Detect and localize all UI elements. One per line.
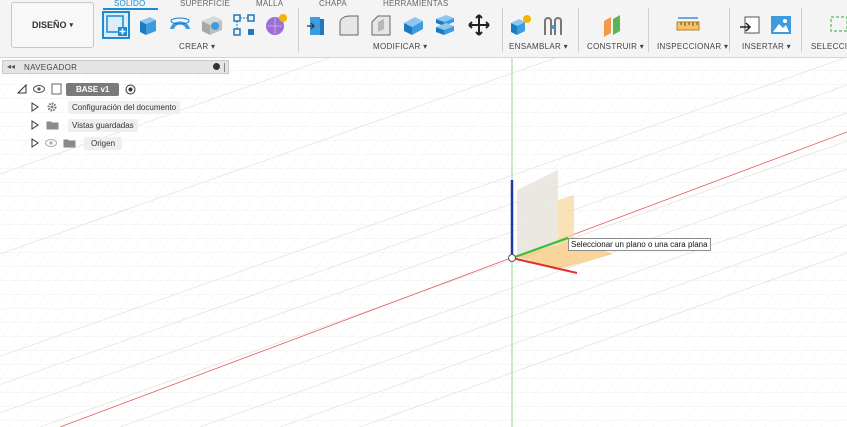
browser-root-row[interactable]: BASE v1 (17, 82, 136, 96)
joint-icon[interactable] (541, 13, 565, 37)
hole-icon[interactable] (200, 13, 224, 37)
expand-triangle-icon[interactable] (31, 120, 39, 130)
group-seleccionar[interactable]: SELECCIO (811, 42, 847, 51)
gear-icon (47, 102, 57, 112)
minimize-panel-icon[interactable] (213, 63, 220, 70)
extrude-icon[interactable] (136, 13, 160, 37)
browser-panel-header: ◂◂ NAVEGADOR (2, 60, 229, 74)
active-tab-indicator (103, 8, 158, 10)
workspace-switcher-button[interactable]: DISEÑO ▾ (11, 2, 94, 48)
toolbar-separator (502, 8, 503, 52)
chevron-down-icon: ▾ (69, 22, 74, 29)
group-crear[interactable]: CREAR ▾ (179, 42, 215, 51)
activate-radio-icon[interactable] (125, 84, 136, 95)
tab-solido[interactable]: SÓLIDO (114, 0, 145, 8)
insert-derive-icon[interactable] (738, 13, 762, 37)
browser-title: NAVEGADOR (24, 63, 78, 72)
new-component-icon[interactable] (509, 13, 533, 37)
workspace-label: DISEÑO (31, 20, 67, 30)
group-inspeccionar[interactable]: INSPECCIONAR ▾ (657, 42, 728, 51)
tab-malla[interactable]: MALLA (256, 0, 283, 8)
shell-icon[interactable] (401, 13, 425, 37)
tab-superficie[interactable]: SUPERFICIE (180, 0, 230, 8)
toolbar: DISEÑO ▾ SÓLIDO SUPERFICIE MALLA CHAPA H… (0, 0, 847, 58)
create-form-icon[interactable] (264, 13, 288, 37)
revolve-icon[interactable] (168, 13, 192, 37)
document-icon (51, 83, 62, 95)
eye-hidden-icon[interactable] (45, 139, 57, 147)
group-modificar[interactable]: MODIFICAR ▾ (373, 42, 427, 51)
measure-icon[interactable] (676, 13, 700, 37)
tab-chapa[interactable]: CHAPA (319, 0, 347, 8)
panel-resize-handle[interactable] (224, 63, 225, 72)
move-icon[interactable] (467, 13, 491, 37)
list-item-label: Vistas guardadas (68, 118, 138, 132)
group-insertar[interactable]: INSERTAR ▾ (742, 42, 791, 51)
toolbar-separator (729, 8, 730, 52)
press-pull-icon[interactable] (305, 13, 329, 37)
select-icon[interactable] (826, 13, 847, 37)
hint-tooltip: Seleccionar un plano o una cara plana (568, 238, 711, 251)
toolbar-separator (648, 8, 649, 52)
browser-item-document-settings[interactable]: Configuración del documento (31, 100, 181, 114)
chamfer-icon[interactable] (369, 13, 393, 37)
root-component-label[interactable]: BASE v1 (66, 82, 120, 96)
fillet-icon[interactable] (337, 13, 361, 37)
collapse-panel-icon[interactable]: ◂◂ (7, 62, 15, 71)
expand-triangle-icon[interactable] (31, 102, 39, 112)
folder-icon (63, 139, 76, 148)
toolbar-separator (801, 8, 802, 52)
eye-icon[interactable] (33, 85, 45, 93)
folder-icon (46, 121, 59, 130)
group-ensamblar[interactable]: ENSAMBLAR ▾ (509, 42, 568, 51)
toolbar-separator (578, 8, 579, 52)
combine-icon[interactable] (433, 13, 457, 37)
insert-canvas-icon[interactable] (769, 13, 793, 37)
toolbar-separator (298, 8, 299, 52)
origin-point[interactable] (508, 254, 516, 262)
browser-item-origin[interactable]: Origen (31, 136, 123, 150)
group-construir[interactable]: CONSTRUIR ▾ (587, 42, 644, 51)
offset-plane-icon[interactable] (600, 13, 624, 37)
collapse-triangle-icon[interactable] (17, 84, 27, 94)
tab-herramientas[interactable]: HERRAMIENTAS (383, 0, 448, 8)
list-item-label: Configuración del documento (68, 100, 181, 114)
pattern-icon[interactable] (232, 13, 256, 37)
browser-item-saved-views[interactable]: Vistas guardadas (31, 118, 138, 132)
create-sketch-icon[interactable] (102, 11, 130, 39)
list-item-label: Origen (84, 136, 123, 150)
expand-triangle-icon[interactable] (31, 138, 39, 148)
